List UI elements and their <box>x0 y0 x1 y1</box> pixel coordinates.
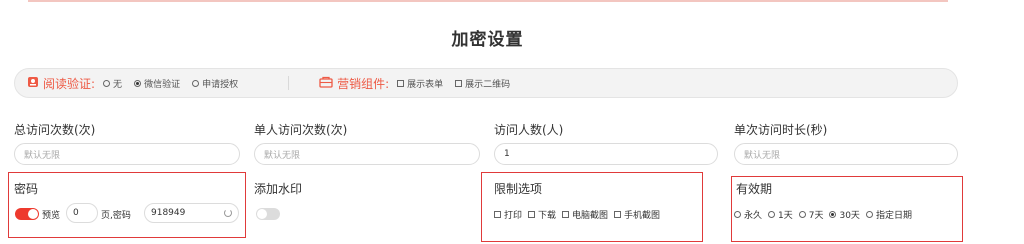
radio-icon <box>734 211 741 218</box>
marketing-label: 营销组件: <box>337 76 390 91</box>
validity-options: 永久 1天 7天 30天 指定日期 <box>734 208 918 221</box>
bar-divider <box>288 76 290 90</box>
marketing-group: 营销组件: 展示表单 展示二维码 <box>319 75 522 92</box>
checkbox-icon <box>614 211 622 218</box>
marketing-icon <box>319 76 333 91</box>
watermark-toggle[interactable] <box>256 208 280 220</box>
total-visits-input[interactable]: 默认无限 <box>14 143 240 165</box>
visitors-label: 访问人数(人) <box>494 123 564 137</box>
validity-label: 有效期 <box>736 182 773 196</box>
restrictions-options: 打印 下载 电脑截图 手机截图 <box>494 208 666 221</box>
read-verify-label: 阅读验证: <box>43 76 96 91</box>
read-verify-option-wechat[interactable]: 微信验证 <box>134 77 180 90</box>
checkbox-icon <box>562 211 570 218</box>
preview-pages-input[interactable]: 0 <box>66 203 98 223</box>
checkbox-icon <box>494 211 501 218</box>
password-value: 918949 <box>151 208 186 218</box>
radio-icon <box>865 211 873 218</box>
preview-label: 预览 <box>42 211 61 221</box>
validity-30days[interactable]: 30天 <box>829 208 860 221</box>
restrictions-label: 限制选项 <box>494 182 543 196</box>
checkbox-icon <box>455 79 463 87</box>
checkbox-icon <box>528 211 536 218</box>
restriction-download[interactable]: 下载 <box>528 208 556 221</box>
read-verify-option-apply[interactable]: 申请授权 <box>192 77 238 90</box>
visitors-input[interactable]: 1 <box>494 143 718 165</box>
validity-7days[interactable]: 7天 <box>798 208 823 221</box>
pages-password-label: 页,密码 <box>101 211 131 221</box>
validity-forever[interactable]: 永久 <box>734 208 762 221</box>
read-verify-group: 阅读验证: 无 微信验证 申请授权 <box>27 75 250 92</box>
read-verify-icon <box>27 76 39 91</box>
single-duration-input[interactable]: 默认无限 <box>734 143 958 165</box>
settings-bar: 阅读验证: 无 微信验证 申请授权 营销组件: 展示表单 展示二维码 <box>14 68 958 98</box>
restriction-pc-screenshot[interactable]: 电脑截图 <box>562 208 608 221</box>
radio-selected-icon <box>829 211 837 218</box>
radio-icon <box>768 211 776 218</box>
marketing-option-form[interactable]: 展示表单 <box>397 77 443 90</box>
total-visits-label: 总访问次数(次) <box>14 123 96 137</box>
validity-custom-date[interactable]: 指定日期 <box>865 208 912 221</box>
validity-1day[interactable]: 1天 <box>768 208 793 221</box>
refresh-icon[interactable] <box>224 209 232 217</box>
password-input[interactable]: 918949 <box>144 203 239 223</box>
radio-icon <box>798 211 806 218</box>
top-divider-line <box>28 0 948 2</box>
watermark-label: 添加水印 <box>254 182 303 196</box>
password-label: 密码 <box>14 182 39 196</box>
checkbox-icon <box>397 79 405 87</box>
read-verify-option-none[interactable]: 无 <box>103 77 122 90</box>
radio-icon <box>103 79 111 87</box>
single-duration-label: 单次访问时长(秒) <box>734 123 828 137</box>
restriction-print[interactable]: 打印 <box>494 208 522 221</box>
password-toggle[interactable] <box>15 208 39 220</box>
radio-selected-icon <box>134 79 142 87</box>
page-title: 加密设置 <box>451 30 524 50</box>
restriction-mobile-screenshot[interactable]: 手机截图 <box>614 208 660 221</box>
single-visits-input[interactable]: 默认无限 <box>254 143 480 165</box>
single-visits-label: 单人访问次数(次) <box>254 123 348 137</box>
marketing-option-qrcode[interactable]: 展示二维码 <box>455 77 510 90</box>
radio-icon <box>192 79 200 87</box>
